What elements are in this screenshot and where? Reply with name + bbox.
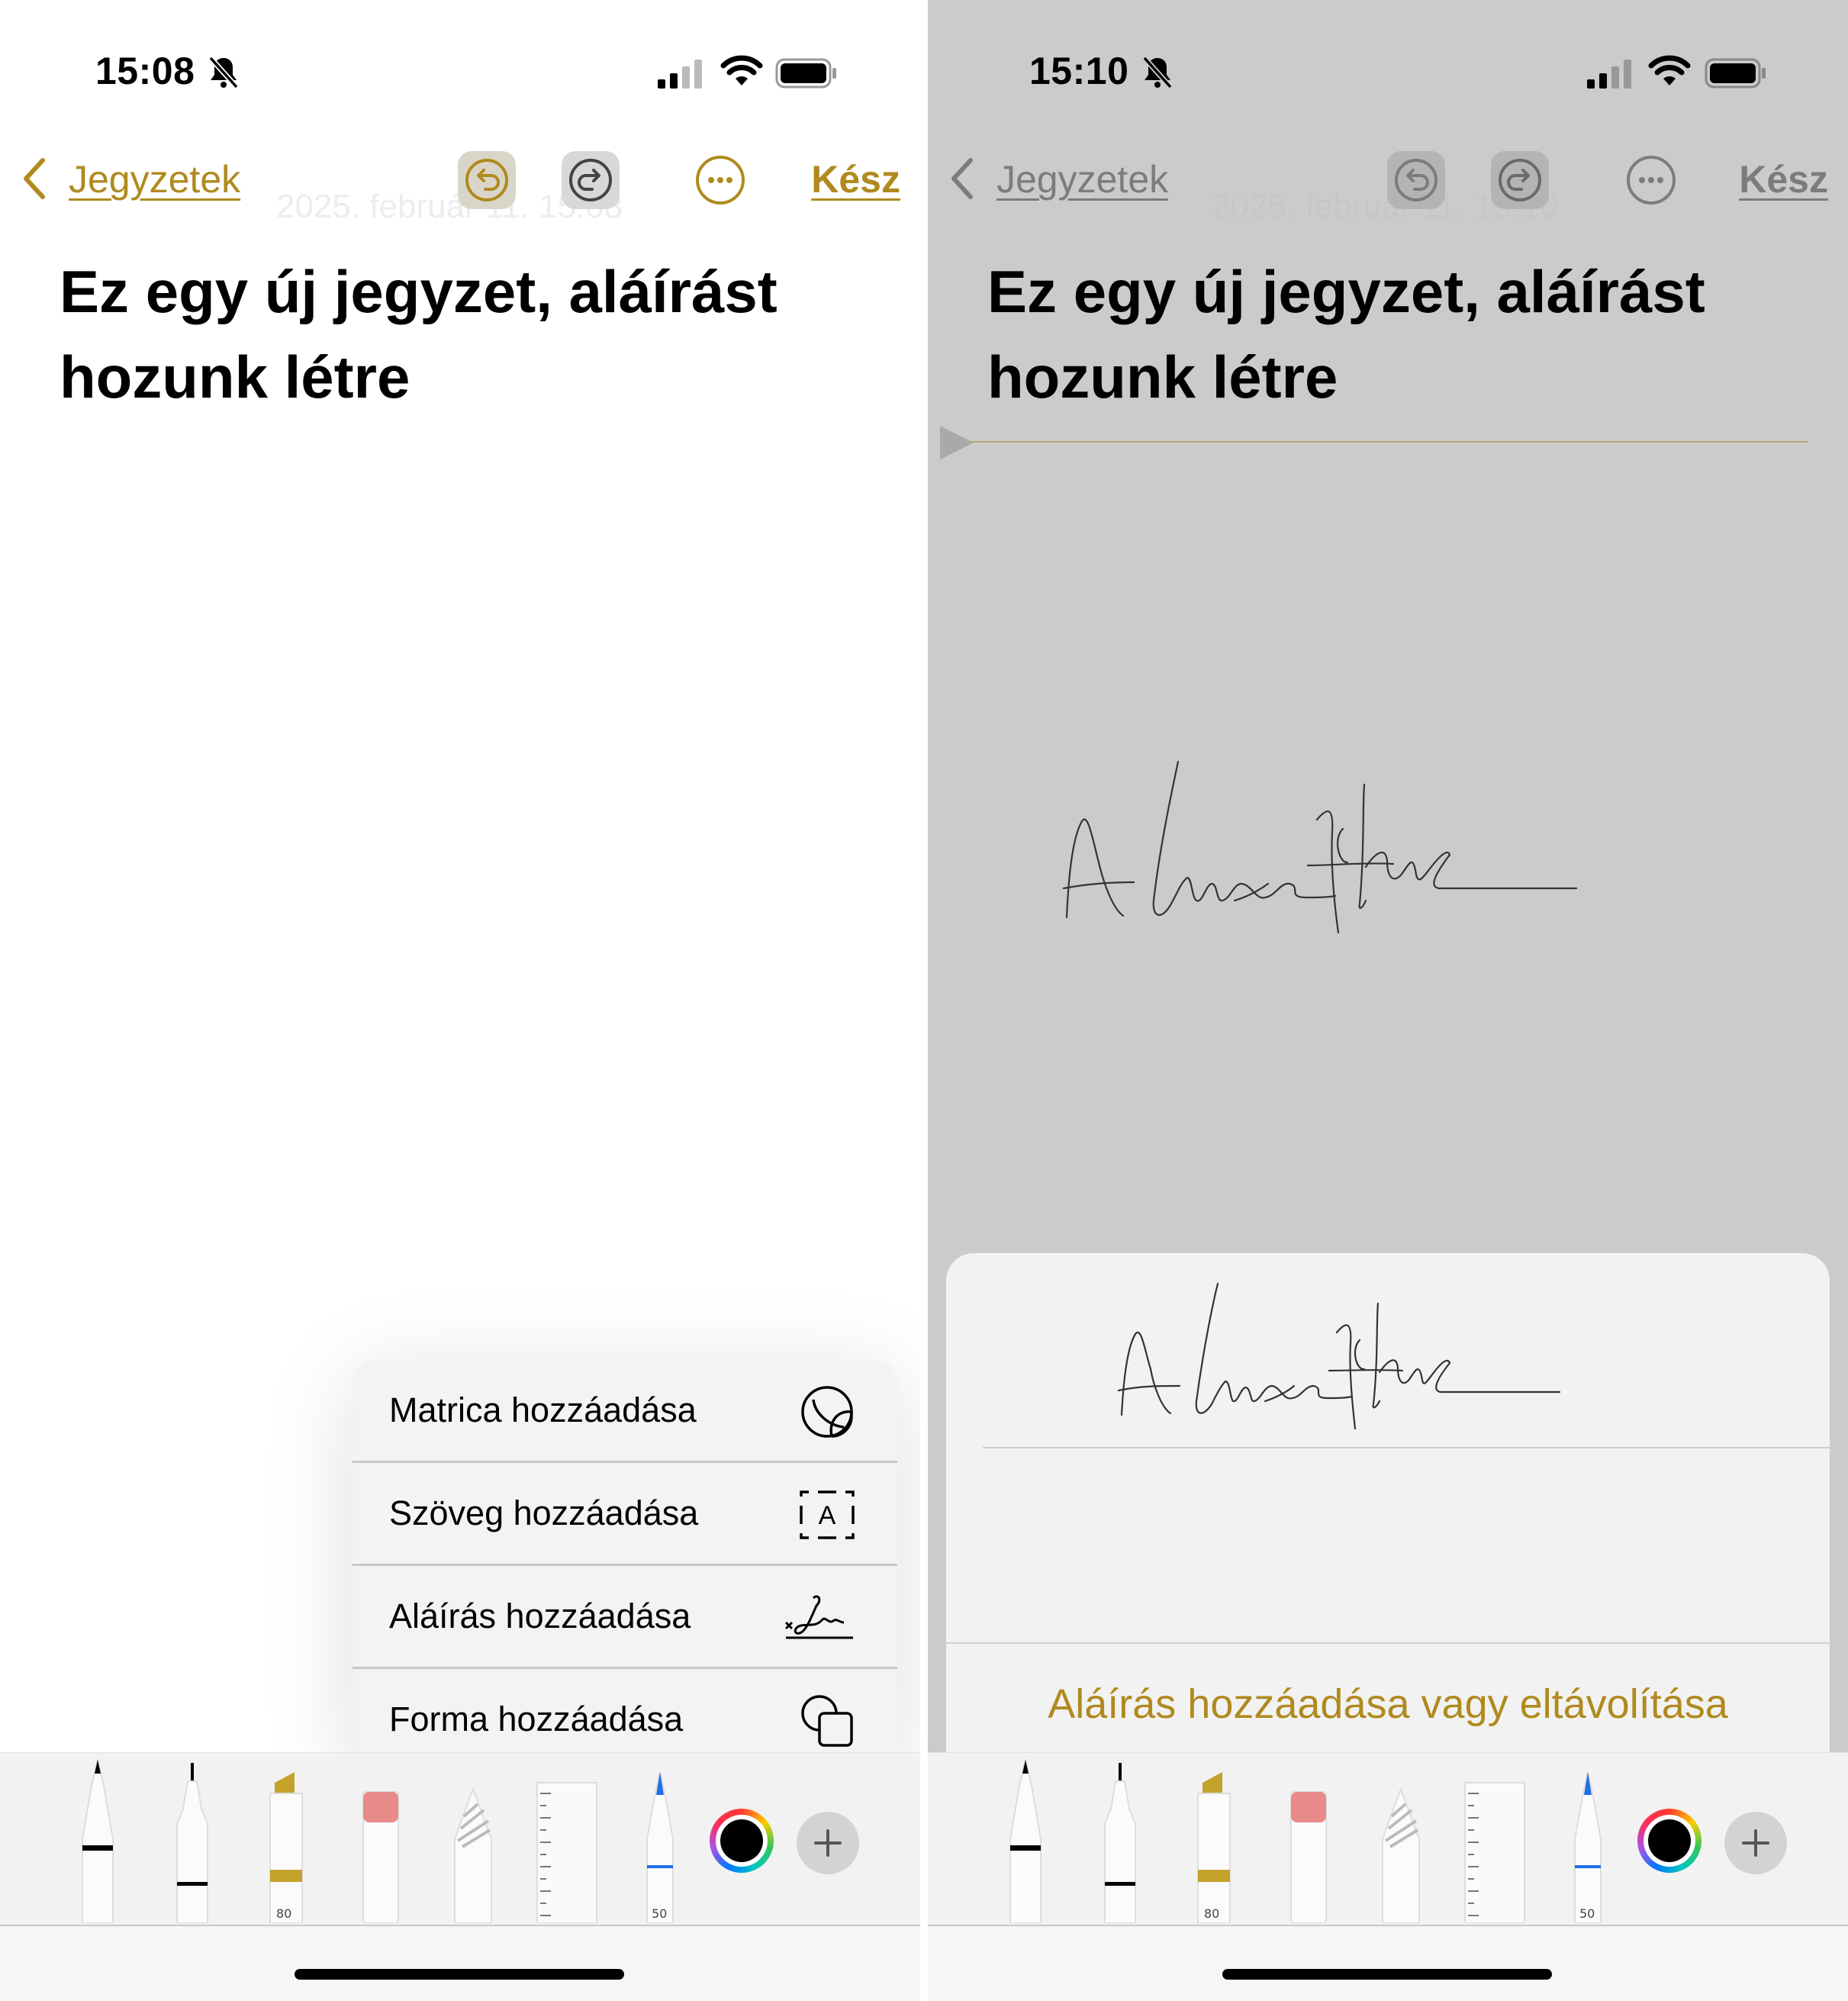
redo-icon [569, 159, 612, 201]
battery-icon [775, 58, 836, 89]
signature-icon [784, 1595, 853, 1639]
add-or-remove-signature-button[interactable]: Aláírás hozzáadása vagy eltávolítása [946, 1680, 1830, 1728]
ruler-tool-icon[interactable] [534, 1755, 600, 1923]
text-box-icon: A [800, 1490, 855, 1539]
right-screen: 15:10 Jegyzetek 2025. február 11. 15:10 [928, 0, 1848, 2001]
sticker-icon [801, 1386, 853, 1438]
left-screen: 15:08 Jegyzetek 2025. február 11. 15:08 [0, 0, 920, 2001]
add-menu-popup: Matrica hozzáadása Szöveg hozzáadása A A… [353, 1360, 897, 1769]
selected-color-swatch [720, 1819, 763, 1862]
cellular-signal-icon [658, 60, 702, 89]
add-button[interactable] [797, 1812, 859, 1874]
note-title[interactable]: Ez egy új jegyzet, aláírást hozunk létre [60, 249, 884, 420]
fineliner-tool-icon[interactable] [1096, 1755, 1145, 1923]
color-picker-button[interactable] [1637, 1809, 1702, 1873]
sheet-divider [946, 1642, 1830, 1644]
home-indicator[interactable] [295, 1969, 624, 1980]
home-area [0, 1925, 920, 2001]
status-time: 15:10 [1029, 50, 1129, 92]
redo-icon [1499, 159, 1541, 201]
more-options-icon[interactable] [1624, 153, 1679, 208]
undo-icon [1395, 159, 1438, 201]
more-options-icon[interactable] [693, 153, 748, 208]
redo-button[interactable] [562, 151, 620, 209]
blue-pen-tool-icon[interactable] [1566, 1755, 1610, 1923]
done-button[interactable]: Kész [1739, 157, 1828, 201]
back-to-notes-link[interactable]: Jegyzetek [996, 157, 1168, 201]
done-button[interactable]: Kész [811, 157, 900, 201]
battery-icon [1705, 58, 1766, 89]
svg-text:A: A [819, 1501, 836, 1530]
signature-sheet: Aláírás hozzáadása vagy eltávolítása [946, 1253, 1830, 1833]
screen-divider [920, 0, 928, 2001]
menu-item-add-text[interactable]: Szöveg hozzáadása A [353, 1463, 897, 1565]
pen-tool-icon[interactable] [72, 1755, 124, 1923]
drawing-area-divider [969, 441, 1808, 443]
lasso-tool-icon[interactable] [1378, 1755, 1424, 1923]
chevron-left-icon[interactable] [18, 156, 49, 201]
saved-signature[interactable] [1114, 1271, 1663, 1441]
menu-item-add-signature[interactable]: Aláírás hozzáadása [353, 1566, 897, 1668]
signature-drawing[interactable] [1058, 748, 1668, 946]
eraser-tool-icon[interactable] [1286, 1755, 1331, 1923]
highlighter-width-label: 80 [1204, 1906, 1220, 1921]
fineliner-tool-icon[interactable] [168, 1755, 217, 1923]
ruler-tool-icon[interactable] [1462, 1755, 1528, 1923]
drawing-area-handle[interactable] [940, 426, 974, 459]
undo-button[interactable] [1387, 151, 1445, 209]
menu-item-label: Szöveg hozzáadása [389, 1494, 699, 1532]
selected-color-swatch [1648, 1819, 1691, 1862]
redo-button[interactable] [1491, 151, 1549, 209]
silent-bell-icon [1142, 56, 1173, 89]
shapes-icon [801, 1695, 853, 1747]
plus-icon [1742, 1829, 1769, 1857]
back-to-notes-link[interactable]: Jegyzetek [69, 157, 240, 201]
pen-tool-icon[interactable] [1000, 1755, 1051, 1923]
sheet-divider [983, 1447, 1830, 1448]
pen-width-label: 50 [1579, 1906, 1595, 1921]
undo-icon [465, 159, 508, 201]
lasso-tool-icon[interactable] [450, 1755, 496, 1923]
eraser-tool-icon[interactable] [359, 1755, 403, 1923]
menu-item-label: Forma hozzáadása [389, 1700, 684, 1738]
undo-button[interactable] [458, 151, 516, 209]
blue-pen-tool-icon[interactable] [638, 1755, 682, 1923]
highlighter-tool-icon[interactable] [264, 1755, 308, 1923]
status-time: 15:08 [95, 50, 195, 92]
add-button[interactable] [1724, 1812, 1787, 1874]
silent-bell-icon [208, 56, 239, 89]
wifi-icon [720, 55, 763, 85]
color-picker-button[interactable] [710, 1809, 774, 1873]
highlighter-tool-icon[interactable] [1192, 1755, 1236, 1923]
pen-width-label: 50 [652, 1906, 668, 1921]
cellular-signal-icon [1587, 60, 1631, 89]
menu-item-label: Aláírás hozzáadása [389, 1597, 691, 1635]
plus-icon [814, 1829, 842, 1857]
menu-item-add-sticker[interactable]: Matrica hozzáadása [353, 1360, 897, 1462]
home-indicator[interactable] [1222, 1969, 1552, 1980]
chevron-left-icon[interactable] [946, 156, 977, 201]
highlighter-width-label: 80 [276, 1906, 292, 1921]
home-area [928, 1925, 1848, 2001]
wifi-icon [1648, 55, 1691, 85]
note-title[interactable]: Ez egy új jegyzet, aláírást hozunk létre [987, 249, 1811, 420]
menu-item-label: Matrica hozzáadása [389, 1390, 697, 1429]
